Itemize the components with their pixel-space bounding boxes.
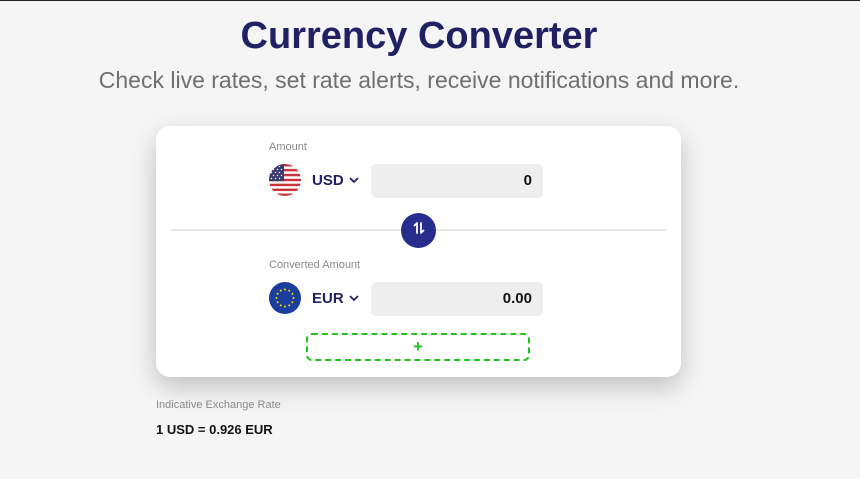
exchange-rate-value: 1 USD = 0.926 EUR xyxy=(156,422,273,437)
swap-button[interactable] xyxy=(401,213,436,248)
swap-arrows-icon xyxy=(412,221,426,240)
converted-amount-label: Converted Amount xyxy=(269,259,361,271)
add-currency-button[interactable]: + xyxy=(306,333,530,361)
to-currency-code: EUR xyxy=(312,289,344,307)
page-title: Currency Converter xyxy=(240,15,598,57)
exchange-rate-label: Indicative Exchange Rate xyxy=(156,399,281,411)
chevron-down-icon xyxy=(349,171,359,189)
from-currency-code: USD xyxy=(312,171,344,189)
converted-amount-field: 0.00 xyxy=(371,282,543,316)
eu-flag-icon xyxy=(269,282,301,314)
converter-card: Amount USD 0 Converted Amount EUR 0.00 + xyxy=(156,126,681,377)
from-currency-select[interactable]: USD xyxy=(312,171,359,189)
page-subtitle: Check live rates, set rate alerts, recei… xyxy=(98,67,740,93)
amount-input[interactable]: 0 xyxy=(371,164,543,198)
to-currency-select[interactable]: EUR xyxy=(312,289,359,307)
chevron-down-icon xyxy=(349,289,359,307)
us-flag-icon xyxy=(269,164,301,196)
amount-label: Amount xyxy=(269,141,307,153)
